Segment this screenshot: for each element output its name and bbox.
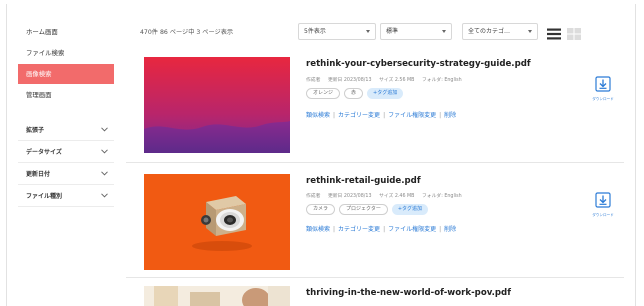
- per-page-value: 5件表示: [304, 28, 326, 35]
- list-view-icon[interactable]: [547, 25, 561, 40]
- download-label: ダウンロード: [592, 213, 614, 217]
- caret-down-icon: [366, 30, 370, 33]
- filter-updated-date[interactable]: 更新日付: [18, 163, 114, 185]
- category-select[interactable]: 全てのカテゴ…: [462, 23, 538, 40]
- add-tag-button[interactable]: +タグ追加: [367, 88, 404, 99]
- caret-down-icon: [442, 30, 446, 33]
- divider: [126, 162, 624, 163]
- result-title[interactable]: rethink-your-cybersecurity-strategy-guid…: [306, 59, 531, 69]
- result-title[interactable]: rethink-retail-guide.pdf: [306, 176, 421, 186]
- divider: [126, 277, 624, 278]
- meta-folder: フォルダ: English: [422, 78, 462, 83]
- filter-data-size[interactable]: データサイズ: [18, 141, 114, 163]
- chevron-down-icon: [100, 126, 108, 134]
- meta-author: 作成者: [306, 194, 321, 199]
- result-item: rethink-your-cybersecurity-strategy-guid…: [126, 55, 629, 155]
- change-category-link[interactable]: カテゴリー変更: [338, 226, 380, 233]
- result-thumbnail[interactable]: [144, 286, 290, 306]
- delete-link[interactable]: 削除: [444, 226, 456, 233]
- download-icon: [595, 76, 611, 92]
- tag[interactable]: 赤: [344, 88, 364, 99]
- change-permission-link[interactable]: ファイル権限変更: [388, 226, 436, 233]
- nav-admin[interactable]: 管理画面: [18, 85, 114, 105]
- nav-home[interactable]: ホーム画面: [18, 22, 114, 42]
- result-count: 470件 86 ページ中 3 ページ表示: [140, 29, 234, 36]
- result-title[interactable]: thriving-in-the-new-world-of-work-pov.pd…: [306, 288, 511, 298]
- sort-value: 標準: [386, 28, 399, 35]
- grid-view-icon[interactable]: [567, 25, 581, 40]
- nav-file-search[interactable]: ファイル検索: [18, 43, 114, 63]
- chevron-down-icon: [100, 170, 108, 178]
- change-category-link[interactable]: カテゴリー変更: [338, 112, 380, 119]
- meta-updated: 更新日 2023/08/13: [327, 78, 372, 83]
- similar-search-link[interactable]: 類似検索: [306, 226, 330, 233]
- filter-label: データサイズ: [26, 149, 62, 156]
- app-window: ホーム画面 ファイル検索 画像検索 管理画面 拡張子 データサイズ 更新日付 フ…: [0, 0, 644, 306]
- tag-list: カメラ プロジェクター +タグ追加: [306, 204, 429, 215]
- caret-down-icon: [528, 30, 532, 33]
- tag[interactable]: プロジェクター: [339, 204, 388, 215]
- tag[interactable]: カメラ: [306, 204, 336, 215]
- change-permission-link[interactable]: ファイル権限変更: [388, 112, 436, 119]
- result-meta: 作成者 更新日 2023/08/13 サイズ 2.46 MB フォルダ: Eng…: [306, 192, 468, 199]
- delete-link[interactable]: 削除: [444, 112, 456, 119]
- result-actions: 類似検索 | カテゴリー変更 | ファイル権限変更 | 削除: [306, 112, 457, 119]
- download-button[interactable]: ダウンロード: [592, 192, 614, 218]
- meta-folder: フォルダ: English: [422, 194, 462, 199]
- download-icon: [595, 192, 611, 208]
- filter-label: 更新日付: [26, 171, 51, 178]
- tag-list: オレンジ 赤 +タグ追加: [306, 88, 404, 99]
- meta-updated: 更新日 2023/08/13: [327, 194, 372, 199]
- sidebar: ホーム画面 ファイル検索 画像検索 管理画面 拡張子 データサイズ 更新日付 フ…: [18, 22, 114, 207]
- meta-author: 作成者: [306, 78, 321, 83]
- filter-label: ファイル種別: [26, 193, 63, 200]
- result-thumbnail[interactable]: [144, 57, 290, 153]
- filter-file-type[interactable]: ファイル種別: [18, 185, 114, 207]
- add-tag-button[interactable]: +タグ追加: [391, 204, 429, 215]
- chevron-down-icon: [100, 192, 108, 200]
- result-item: thriving-in-the-new-world-of-work-pov.pd…: [126, 284, 629, 306]
- category-value: 全てのカテゴ…: [468, 28, 511, 35]
- meta-size: サイズ 2.46 MB: [379, 194, 415, 199]
- nav-image-search[interactable]: 画像検索: [18, 64, 114, 84]
- filter-extension[interactable]: 拡張子: [18, 119, 114, 141]
- download-button[interactable]: ダウンロード: [592, 76, 614, 102]
- filter-list: 拡張子 データサイズ 更新日付 ファイル種別: [18, 119, 114, 207]
- result-actions: 類似検索 | カテゴリー変更 | ファイル権限変更 | 削除: [306, 226, 457, 233]
- meta-size: サイズ 2.56 MB: [379, 78, 415, 83]
- filter-label: 拡張子: [26, 127, 45, 134]
- per-page-select[interactable]: 5件表示: [298, 23, 376, 40]
- sort-select[interactable]: 標準: [380, 23, 452, 40]
- download-label: ダウンロード: [592, 97, 614, 101]
- result-meta: 作成者 更新日 2023/08/13 サイズ 2.56 MB フォルダ: Eng…: [306, 76, 468, 83]
- result-thumbnail[interactable]: [144, 174, 290, 270]
- similar-search-link[interactable]: 類似検索: [306, 112, 330, 119]
- chevron-down-icon: [100, 148, 108, 156]
- result-item: rethink-retail-guide.pdf 作成者 更新日 2023/08…: [126, 170, 629, 270]
- tag[interactable]: オレンジ: [306, 88, 341, 99]
